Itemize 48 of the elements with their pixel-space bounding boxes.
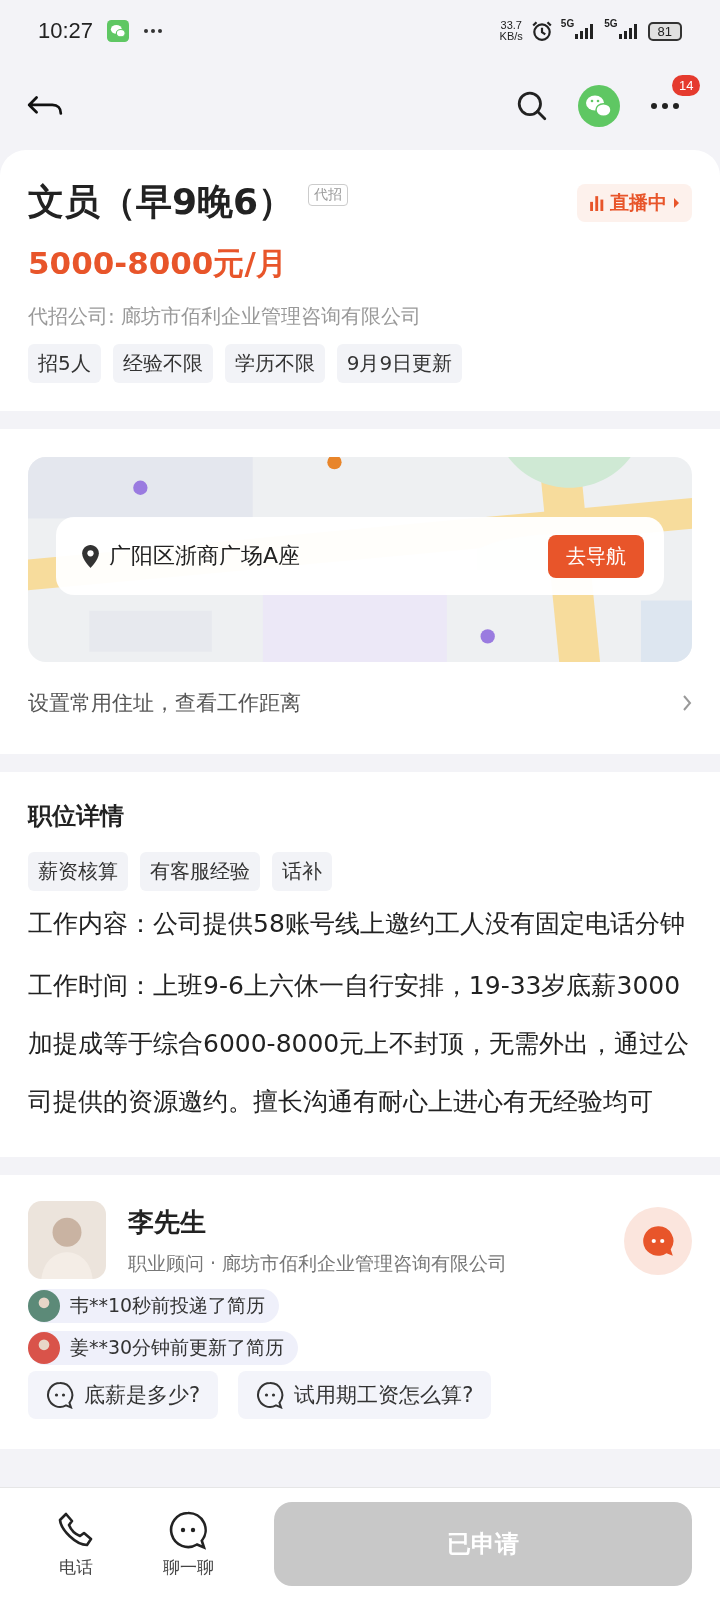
notification-badge: 14 (672, 75, 701, 96)
alarm-icon (530, 20, 553, 42)
status-time: 10:27 (38, 18, 94, 44)
question-chip[interactable]: 试用期工资怎么算? (238, 1371, 492, 1419)
skill-tag: 薪资核算 (28, 852, 128, 891)
net-speed: 33.7 (500, 20, 522, 31)
address-text: 广阳区浙商广场A座 (109, 542, 301, 570)
description-text: 工作内容：公司提供58账号线上邀约工人没有固定电话分钟 (28, 908, 686, 940)
action-button[interactable]: 聊一聊 (152, 1509, 224, 1579)
signal-icon (617, 23, 640, 39)
salary: 5000-8000元/月 (28, 244, 288, 283)
job-tag: 经验不限 (112, 344, 213, 383)
skill-tag: 话补 (272, 852, 332, 891)
agency-tag: 代招 (308, 184, 349, 206)
company-name: 代招公司: 廊坊市佰利企业管理咨询有限公司 (28, 303, 423, 330)
more-icon[interactable] (650, 102, 680, 110)
contact-name: 李先生 (128, 1206, 207, 1239)
chevron-icon (672, 196, 680, 209)
activity-toast: 姜**30分钟前更新了简历 (28, 1331, 299, 1365)
job-tag: 学历不限 (224, 344, 325, 383)
chat-icon (168, 1509, 208, 1550)
more-icon (143, 28, 164, 34)
wechat-icon (107, 20, 130, 42)
net-unit: KB/s (499, 31, 523, 42)
chevron-icon (682, 694, 692, 712)
job-tag: 9月9日更新 (336, 344, 463, 383)
contact-role: 职业顾问 · 廊坊市佰利企业管理咨询有限公司 (128, 1251, 508, 1276)
network-label: 5G (604, 18, 618, 29)
skill-tag: 有客服经验 (140, 852, 260, 891)
avatar (28, 1332, 60, 1364)
home-address-link[interactable]: 设置常用住址，查看工作距离 (28, 662, 692, 744)
job-title: 文员（早9晚6） (28, 180, 295, 224)
description-text: 工作时间：上班9-6上六休一自行安排，19-33岁底薪3000加提成等于综合6000-8000元上不封顶，无需外出，通过公司提供的资源邀约。擅长沟通有耐心上进心有无经验均可 (28, 970, 691, 1118)
chat-icon (256, 1381, 285, 1409)
chat-icon (46, 1381, 74, 1409)
location-pin-icon (82, 544, 99, 568)
navigate-button[interactable]: 去导航 (548, 534, 644, 578)
battery-indicator: 81 (647, 21, 682, 41)
section-heading: 职位详情 (28, 801, 125, 832)
action-button[interactable]: 电话 (40, 1509, 112, 1579)
job-tag: 招5人 (28, 344, 101, 383)
search-icon[interactable] (516, 90, 548, 122)
question-chip[interactable]: 底薪是多少? (28, 1371, 219, 1419)
network-label: 5G (560, 18, 575, 29)
activity-toast: 韦**10秒前投递了简历 (28, 1289, 280, 1323)
bars-icon (589, 194, 605, 211)
avatar (28, 1290, 60, 1322)
chat-icon (640, 1223, 676, 1259)
